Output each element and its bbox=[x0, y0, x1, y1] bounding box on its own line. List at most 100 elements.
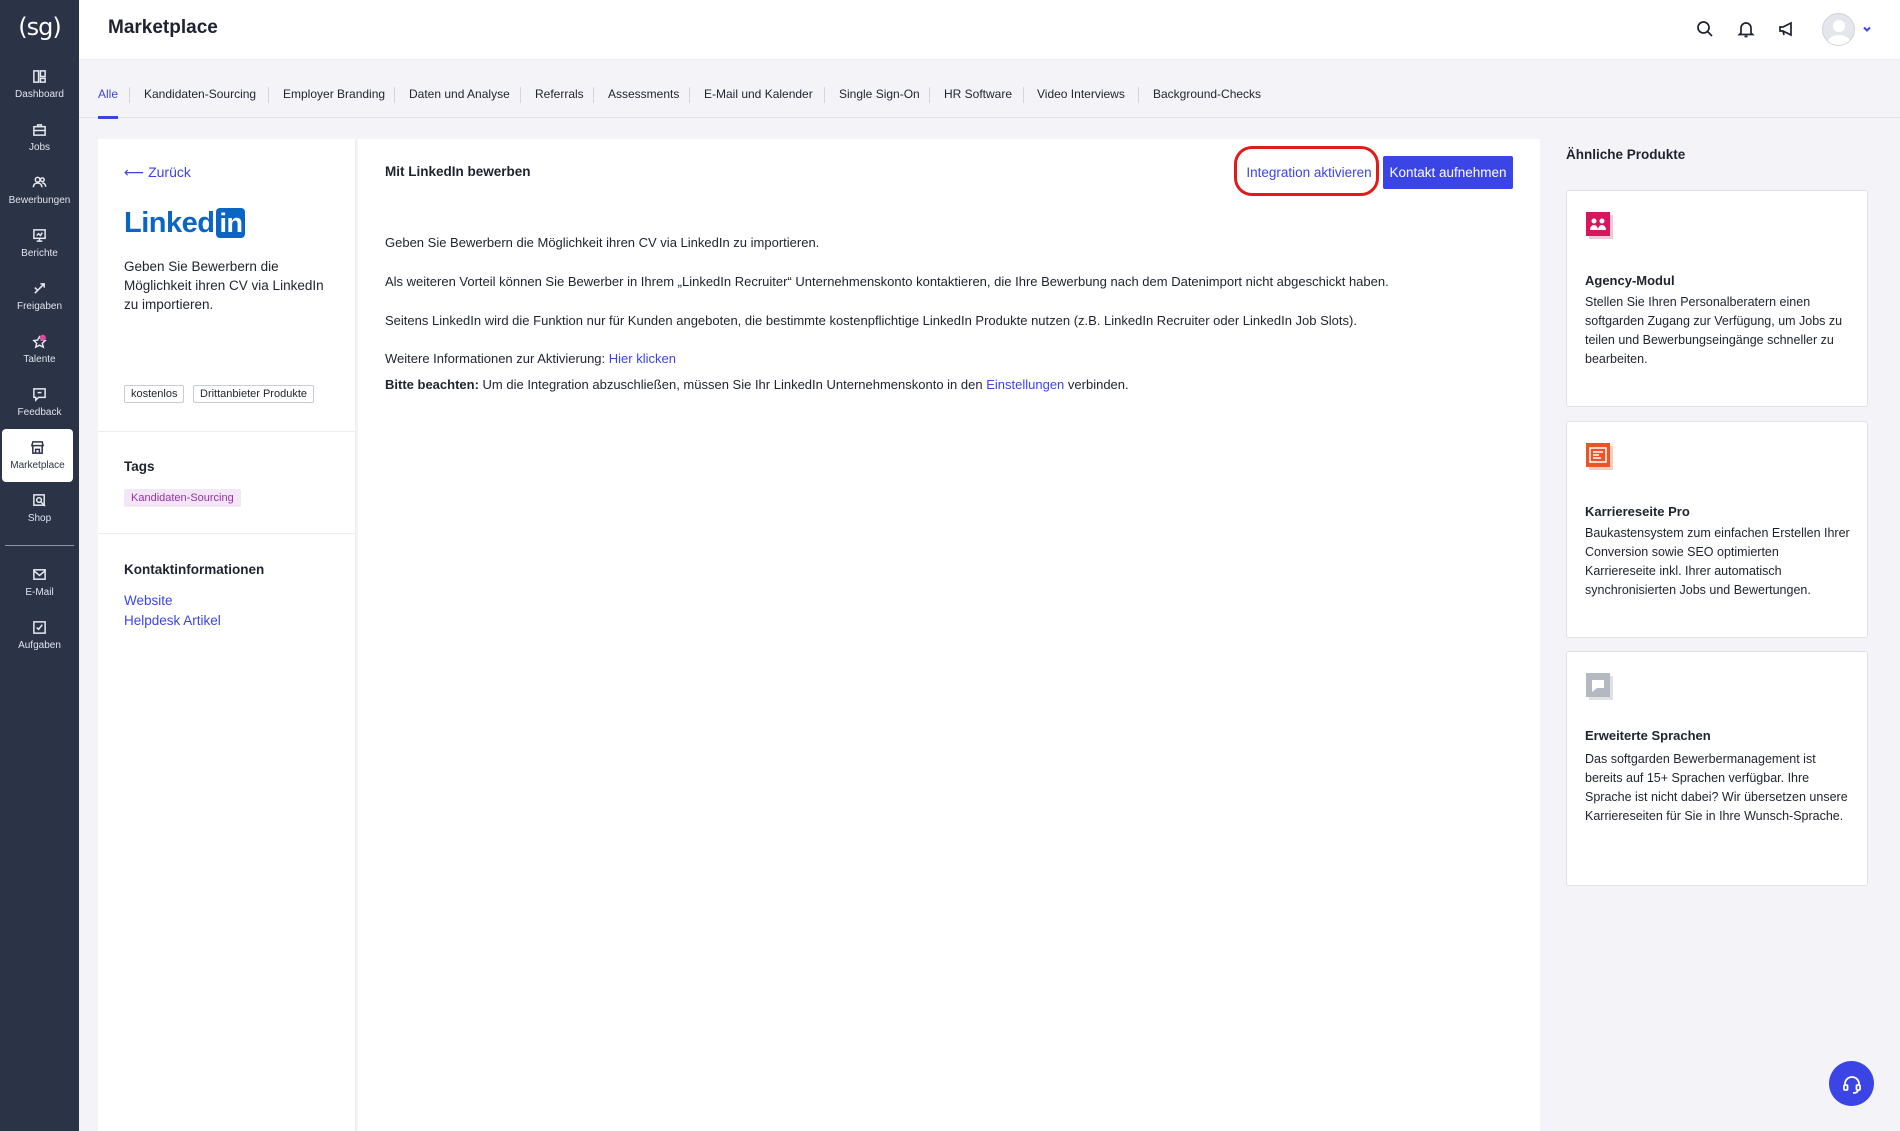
tags-heading: Tags bbox=[124, 459, 155, 474]
tab-alle[interactable]: Alle bbox=[98, 87, 118, 101]
activate-integration-button[interactable]: Integration aktivieren bbox=[1241, 156, 1377, 189]
website-link[interactable]: Website bbox=[124, 593, 173, 608]
users-icon bbox=[32, 176, 47, 188]
card-title: Karriereseite Pro bbox=[1585, 504, 1690, 519]
back-label: Zurück bbox=[148, 164, 191, 180]
tab-assessments[interactable]: Assessments bbox=[608, 87, 679, 101]
contact-button[interactable]: Kontakt aufnehmen bbox=[1383, 156, 1513, 189]
sidebar-item-label: Bewerbungen bbox=[8, 195, 71, 206]
sidebar: (sg) Dashboard Jobs Bewerbungen Berichte… bbox=[0, 0, 79, 1131]
sidebar-item-berichte[interactable]: Berichte bbox=[0, 217, 79, 270]
tab-kandidaten-sourcing[interactable]: Kandidaten-Sourcing bbox=[144, 87, 256, 101]
sidebar-item-label: E-Mail bbox=[25, 587, 54, 598]
badge-kostenlos: kostenlos bbox=[124, 385, 185, 403]
tab-divider bbox=[593, 87, 594, 103]
tab-daten-und-analyse[interactable]: Daten und Analyse bbox=[409, 87, 510, 101]
sidebar-item-label: Feedback bbox=[17, 407, 62, 418]
note-text: Um die Integration abzuschließen, müssen… bbox=[482, 377, 983, 392]
tag-chip[interactable]: Kandidaten-Sourcing bbox=[124, 489, 241, 507]
sidebar-item-shop[interactable]: Shop bbox=[0, 482, 79, 535]
contact-heading: Kontaktinformationen bbox=[124, 562, 265, 577]
linkedin-logo-in: in bbox=[216, 208, 246, 238]
sidebar-item-email[interactable]: E-Mail bbox=[0, 556, 79, 609]
product-summary-panel: ⟵ Zurück Linked in Geben Sie Bewerbern die… bbox=[98, 139, 356, 1131]
languages-icon bbox=[1586, 673, 1613, 700]
tab-divider bbox=[129, 87, 130, 103]
tab-referrals[interactable]: Referrals bbox=[535, 87, 584, 101]
help-chat-button[interactable] bbox=[1829, 1061, 1874, 1106]
note-end: verbinden. bbox=[1067, 377, 1129, 392]
tab-single-sign-on[interactable]: Single Sign-On bbox=[839, 87, 920, 101]
sidebar-item-label: Aufgaben bbox=[18, 640, 61, 651]
panel-divider bbox=[98, 533, 356, 534]
sidebar-item-talente[interactable]: Talente bbox=[0, 323, 79, 376]
back-link[interactable]: ⟵ Zurück bbox=[124, 164, 191, 181]
tab-email-und-kalender[interactable]: E-Mail und Kalender bbox=[704, 87, 813, 101]
task-icon bbox=[33, 621, 46, 634]
agency-icon bbox=[1586, 212, 1613, 239]
chart-icon bbox=[33, 229, 46, 242]
activation-info-text: Weitere Informationen zur Aktivierung: bbox=[385, 351, 606, 366]
panel-divider bbox=[98, 431, 356, 432]
sidebar-item-jobs[interactable]: Jobs bbox=[0, 111, 79, 164]
similar-product-card[interactable]: Erweiterte Sprachen Das softgarden Bewer… bbox=[1566, 651, 1868, 886]
einstellungen-link[interactable]: Einstellungen bbox=[986, 377, 1064, 392]
sidebar-item-feedback[interactable]: Feedback bbox=[0, 376, 79, 429]
product-title: Mit LinkedIn bewerben bbox=[385, 164, 531, 179]
description-paragraph: Geben Sie Bewerbern die Möglichkeit ihre… bbox=[385, 235, 820, 250]
softgarden-logo[interactable]: (sg) bbox=[0, 6, 79, 48]
sidebar-item-dashboard[interactable]: Dashboard bbox=[0, 58, 79, 111]
activation-info: Weitere Informationen zur Aktivierung: H… bbox=[385, 351, 676, 366]
headset-icon bbox=[1842, 1075, 1861, 1094]
tab-divider bbox=[824, 87, 825, 103]
similar-product-card[interactable]: Agency-Modul Stellen Sie Ihren Personalb… bbox=[1566, 190, 1868, 407]
bell-icon[interactable] bbox=[1736, 19, 1756, 39]
chevron-down-icon[interactable] bbox=[1861, 22, 1875, 36]
product-short-description: Geben Sie Bewerbern die Möglichkeit ihre… bbox=[124, 259, 324, 312]
linkedin-logo: Linked in bbox=[124, 207, 246, 239]
avatar[interactable] bbox=[1822, 13, 1855, 46]
tab-hr-software[interactable]: HR Software bbox=[944, 87, 1012, 101]
tab-video-interviews[interactable]: Video Interviews bbox=[1037, 87, 1125, 101]
badge-drittanbieter: Drittanbieter Produkte bbox=[193, 385, 314, 403]
sidebar-item-marketplace[interactable]: Marketplace bbox=[2, 429, 73, 482]
sidebar-item-label: Shop bbox=[27, 513, 52, 524]
tab-divider bbox=[1138, 87, 1139, 103]
active-tab-indicator bbox=[98, 116, 118, 119]
tab-divider bbox=[1023, 87, 1024, 103]
helpdesk-link[interactable]: Helpdesk Artikel bbox=[124, 613, 221, 628]
sidebar-item-bewerbungen[interactable]: Bewerbungen bbox=[0, 164, 79, 217]
tab-divider bbox=[268, 87, 269, 103]
shop-icon bbox=[33, 494, 46, 507]
sidebar-item-freigaben[interactable]: Freigaben bbox=[0, 270, 79, 323]
tab-divider bbox=[689, 87, 690, 103]
hier-klicken-link[interactable]: Hier klicken bbox=[609, 351, 676, 366]
megaphone-icon[interactable] bbox=[1777, 19, 1797, 39]
sidebar-item-label: Freigaben bbox=[16, 301, 63, 312]
mail-icon bbox=[33, 569, 46, 580]
sidebar-divider bbox=[5, 545, 74, 546]
top-header: Marketplace bbox=[79, 0, 1900, 60]
sidebar-item-aufgaben[interactable]: Aufgaben bbox=[0, 609, 79, 662]
card-description: Stellen Sie Ihren Personalberatern einen… bbox=[1585, 295, 1843, 366]
feedback-icon bbox=[33, 388, 46, 402]
page-title: Marketplace bbox=[108, 17, 218, 38]
heart-icon bbox=[32, 334, 47, 349]
card-description: Das softgarden Bewerbermanagement ist be… bbox=[1585, 752, 1848, 823]
sidebar-item-label: Jobs bbox=[28, 142, 51, 153]
sidebar-nav: Dashboard Jobs Bewerbungen Berichte Frei… bbox=[0, 58, 79, 662]
briefcase-icon bbox=[33, 124, 46, 136]
career-page-icon bbox=[1586, 443, 1613, 470]
card-title: Agency-Modul bbox=[1585, 273, 1675, 288]
similar-product-card[interactable]: Karriereseite Pro Baukastensystem zum ei… bbox=[1566, 421, 1868, 638]
share-icon bbox=[34, 283, 45, 294]
sidebar-item-label: Dashboard bbox=[15, 89, 64, 100]
product-detail-main: Mit LinkedIn bewerben Integration aktivi… bbox=[358, 139, 1540, 1131]
category-tabs: Alle Kandidaten-Sourcing Employer Brandi… bbox=[79, 61, 1900, 119]
sidebar-item-label: Talente bbox=[23, 354, 56, 365]
tab-employer-branding[interactable]: Employer Branding bbox=[283, 87, 385, 101]
description-paragraph: Als weiteren Vorteil können Sie Bewerber… bbox=[385, 274, 1389, 289]
tab-background-checks[interactable]: Background-Checks bbox=[1153, 87, 1261, 101]
search-icon[interactable] bbox=[1695, 19, 1715, 39]
card-title: Erweiterte Sprachen bbox=[1585, 728, 1711, 743]
